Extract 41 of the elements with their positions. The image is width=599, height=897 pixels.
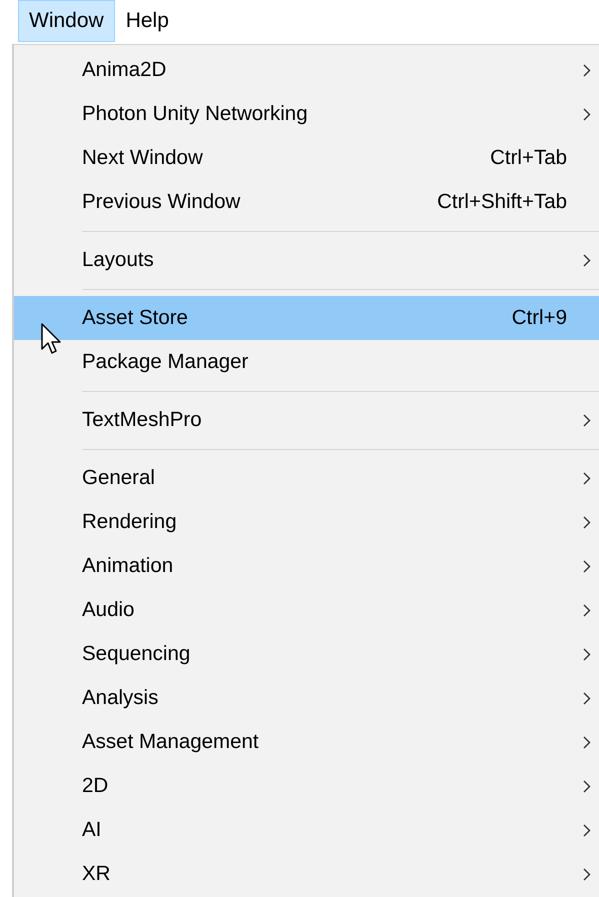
menu-item-label: Sequencing xyxy=(82,640,190,667)
menu-item[interactable]: AI xyxy=(14,808,599,852)
menu-item-label: Layouts xyxy=(82,246,154,273)
menu-item[interactable]: Audio xyxy=(14,588,599,632)
menu-item[interactable]: Next Window Ctrl+Tab xyxy=(14,136,599,180)
menu-item[interactable]: Photon Unity Networking xyxy=(14,92,599,136)
menu-item-label: TextMeshPro xyxy=(82,406,202,433)
menu-item-label: Asset Store xyxy=(82,304,188,331)
menu-item-label: Photon Unity Networking xyxy=(82,100,308,127)
menu-item[interactable]: Package Manager xyxy=(14,340,599,384)
menu-item[interactable]: XR xyxy=(14,852,599,896)
menu-item[interactable]: TextMeshPro xyxy=(14,398,599,442)
menu-item-label: Package Manager xyxy=(82,348,248,375)
menu-item-label: Anima2D xyxy=(82,56,166,83)
menu-item[interactable]: Anima2D xyxy=(14,48,599,92)
menu-item[interactable]: Layouts xyxy=(14,238,599,282)
menu-bar-item[interactable]: Help xyxy=(114,0,180,42)
shortcut-label: Ctrl+Tab xyxy=(490,144,567,171)
menu-item[interactable]: Sequencing xyxy=(14,632,599,676)
menu-item-label: 2D xyxy=(82,772,108,799)
menu-item-label: Audio xyxy=(82,596,134,623)
menu-item-label: Asset Management xyxy=(82,728,259,755)
menu-item[interactable]: Rendering xyxy=(14,500,599,544)
menu-item[interactable]: Asset Store Ctrl+9 xyxy=(14,296,599,340)
menu-item-label: Previous Window xyxy=(82,188,240,215)
menu-item[interactable]: General xyxy=(14,456,599,500)
shortcut-label: Ctrl+Shift+Tab xyxy=(437,188,567,215)
menu-item-label: General xyxy=(82,464,155,491)
menu-item-label: XR xyxy=(82,860,110,887)
menu-item-label: AI xyxy=(82,816,102,843)
menu-item-label: Analysis xyxy=(82,684,158,711)
menu-item[interactable]: 2D xyxy=(14,764,599,808)
menu-item[interactable]: Asset Management xyxy=(14,720,599,764)
menu-item-label: Next Window xyxy=(82,144,203,171)
menu-bar-item[interactable]: Window xyxy=(18,0,115,42)
menu-item-label: Rendering xyxy=(82,508,177,535)
menu-item-label: Animation xyxy=(82,552,174,579)
menu-item[interactable]: Previous Window Ctrl+Shift+Tab xyxy=(14,180,599,224)
shortcut-label: Ctrl+9 xyxy=(512,304,567,331)
menu-item[interactable]: Animation xyxy=(14,544,599,588)
menu-item[interactable]: Analysis xyxy=(14,676,599,720)
